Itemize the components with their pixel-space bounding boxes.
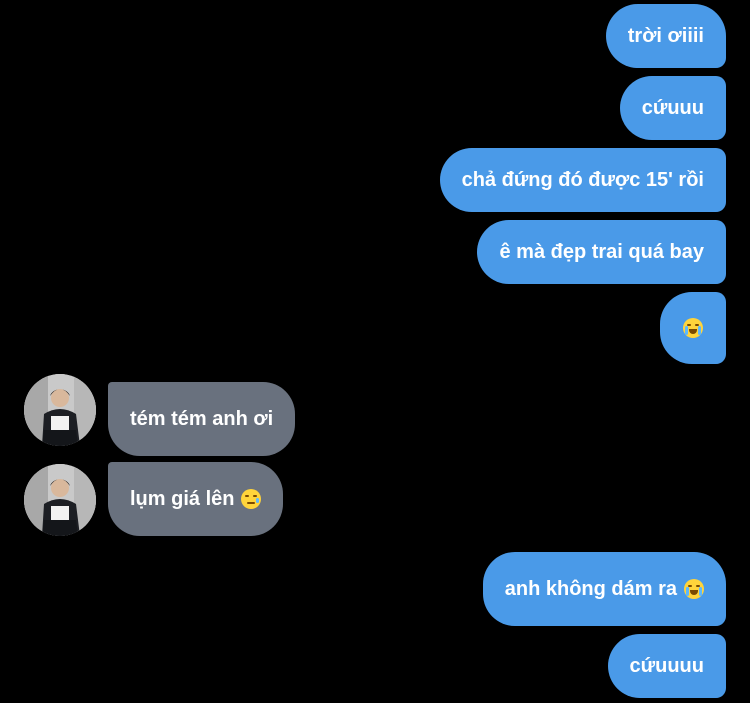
avatar[interactable] [24,464,96,536]
message-text: cứuuuu [629,654,704,677]
incoming-message[interactable]: tém tém anh ơi [108,382,296,456]
message-text: lụm giá lên [130,487,235,510]
message-text: trời ơiiii [627,24,704,47]
message-text: chả đứng đó được 15' rồi [461,168,704,191]
loudly-crying-face-icon [684,579,704,599]
message-text: anh không dám ra [504,577,677,600]
outgoing-emoji-message[interactable] [660,292,726,364]
message-text: cứuuu [641,96,704,119]
outgoing-message[interactable]: cứuuu [619,76,726,140]
incoming-message[interactable]: lụm giá lên [108,462,284,536]
loudly-crying-face-icon [683,318,703,338]
outgoing-message[interactable]: anh không dám ra [482,552,726,626]
outgoing-message[interactable]: chả đứng đó được 15' rồi [439,148,726,212]
message-text: ê mà đẹp trai quá bay [499,240,704,263]
avatar[interactable] [24,374,96,446]
outgoing-message[interactable]: cứuuuu [607,634,726,698]
face-holding-back-tears-icon [241,489,262,509]
message-text: tém tém anh ơi [130,407,274,430]
outgoing-message[interactable]: trời ơiiii [605,4,726,68]
outgoing-message[interactable]: ê mà đẹp trai quá bay [477,220,726,284]
